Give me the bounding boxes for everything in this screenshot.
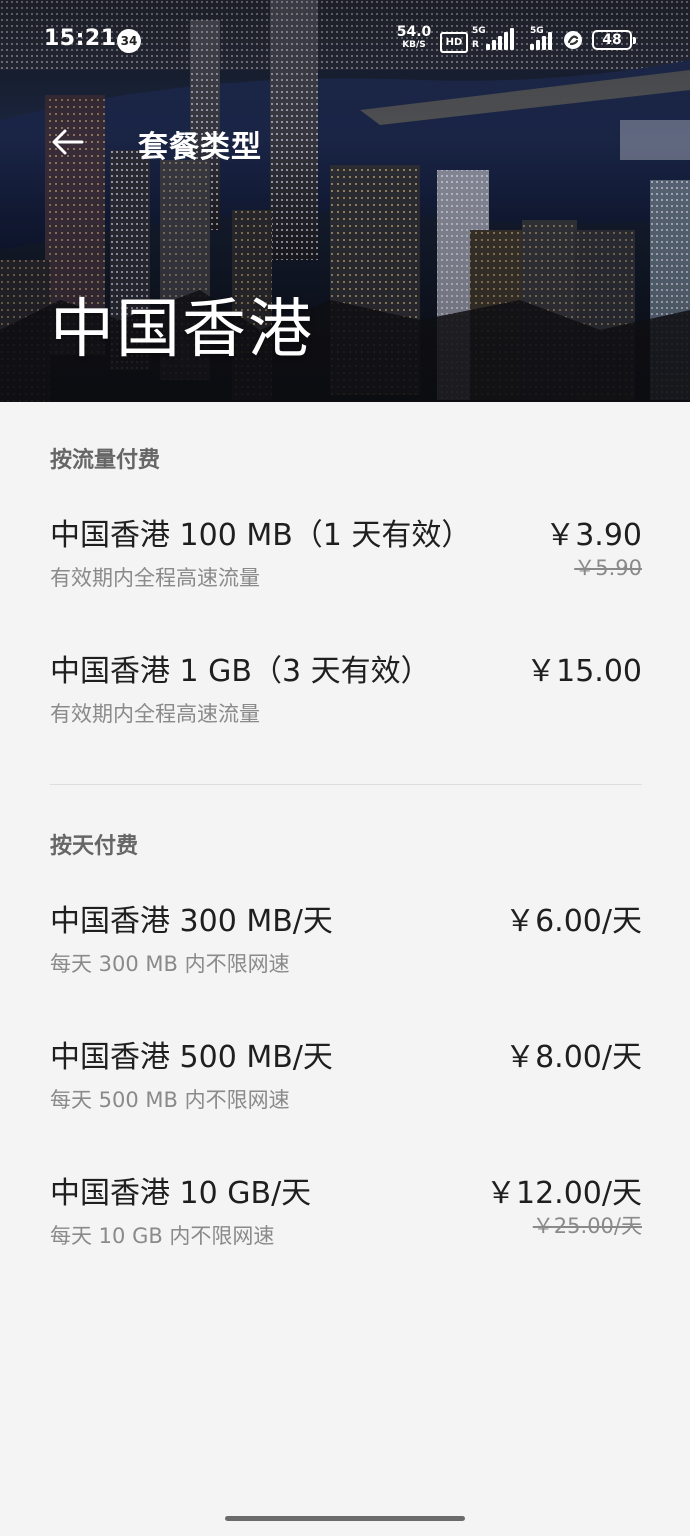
sim1-network-type: 5G	[472, 26, 486, 36]
page-title: 套餐类型	[138, 130, 262, 165]
sim1-signal-icon: 5G R	[472, 26, 516, 52]
plan-price: ￥8.00/天	[505, 1040, 642, 1075]
sim2-signal-icon: 5G	[522, 26, 558, 52]
arrow-left-icon	[52, 129, 84, 155]
network-speed-value: 54.0	[396, 24, 432, 40]
link-icon	[564, 31, 582, 49]
plan-name: 中国香港 300 MB/天	[50, 904, 333, 939]
plan-price: ￥6.00/天	[505, 904, 642, 939]
plan-original-price: ￥25.00/天	[532, 1214, 642, 1238]
back-button[interactable]	[44, 118, 92, 166]
plan-description: 每天 10 GB 内不限网速	[50, 1224, 275, 1248]
page: 15:21 34 54.0 KB/S HD 5G R 5G 48 套餐类型 中国…	[0, 0, 690, 1536]
plan-description: 每天 500 MB 内不限网速	[50, 1088, 290, 1112]
section-title-pay-by-day: 按天付费	[50, 834, 139, 859]
plan-item[interactable]: 中国香港 300 MB/天 每天 300 MB 内不限网速 ￥6.00/天	[50, 896, 642, 1006]
sim1-signal-bars	[486, 28, 514, 50]
home-indicator[interactable]	[225, 1516, 465, 1521]
plan-item[interactable]: 中国香港 1 GB（3 天有效） 有效期内全程高速流量 ￥15.00	[50, 646, 642, 756]
region-title: 中国香港	[50, 293, 314, 367]
notification-badge: 34	[117, 29, 141, 53]
plan-description: 每天 300 MB 内不限网速	[50, 952, 290, 976]
plan-original-price: ￥5.90	[574, 556, 642, 580]
plan-price: ￥3.90	[545, 518, 642, 553]
plan-name: 中国香港 1 GB（3 天有效）	[50, 654, 431, 689]
plan-description: 有效期内全程高速流量	[50, 702, 260, 726]
plan-item[interactable]: 中国香港 500 MB/天 每天 500 MB 内不限网速 ￥8.00/天	[50, 1032, 642, 1142]
plan-name: 中国香港 500 MB/天	[50, 1040, 333, 1075]
plan-item[interactable]: 中国香港 100 MB（1 天有效） 有效期内全程高速流量 ￥3.90 ￥5.9…	[50, 510, 642, 620]
section-divider	[50, 784, 642, 785]
plan-name: 中国香港 10 GB/天	[50, 1176, 312, 1211]
section-title-pay-by-traffic: 按流量付费	[50, 448, 161, 473]
battery-icon: 48	[592, 30, 636, 50]
network-speed-unit: KB/S	[402, 40, 426, 50]
hd-voice-icon: HD	[440, 32, 468, 53]
sim1-roaming-indicator: R	[472, 40, 479, 50]
plan-description: 有效期内全程高速流量	[50, 566, 260, 590]
plan-price: ￥12.00/天	[486, 1176, 642, 1211]
status-bar: 15:21 34 54.0 KB/S HD 5G R 5G 48	[0, 0, 690, 80]
plan-item[interactable]: 中国香港 10 GB/天 每天 10 GB 内不限网速 ￥12.00/天 ￥25…	[50, 1168, 642, 1278]
plan-name: 中国香港 100 MB（1 天有效）	[50, 518, 472, 553]
sim2-signal-bars	[530, 32, 552, 50]
status-time: 15:21	[44, 26, 117, 51]
plan-price: ￥15.00	[526, 654, 642, 689]
network-speed: 54.0 KB/S	[396, 24, 432, 52]
